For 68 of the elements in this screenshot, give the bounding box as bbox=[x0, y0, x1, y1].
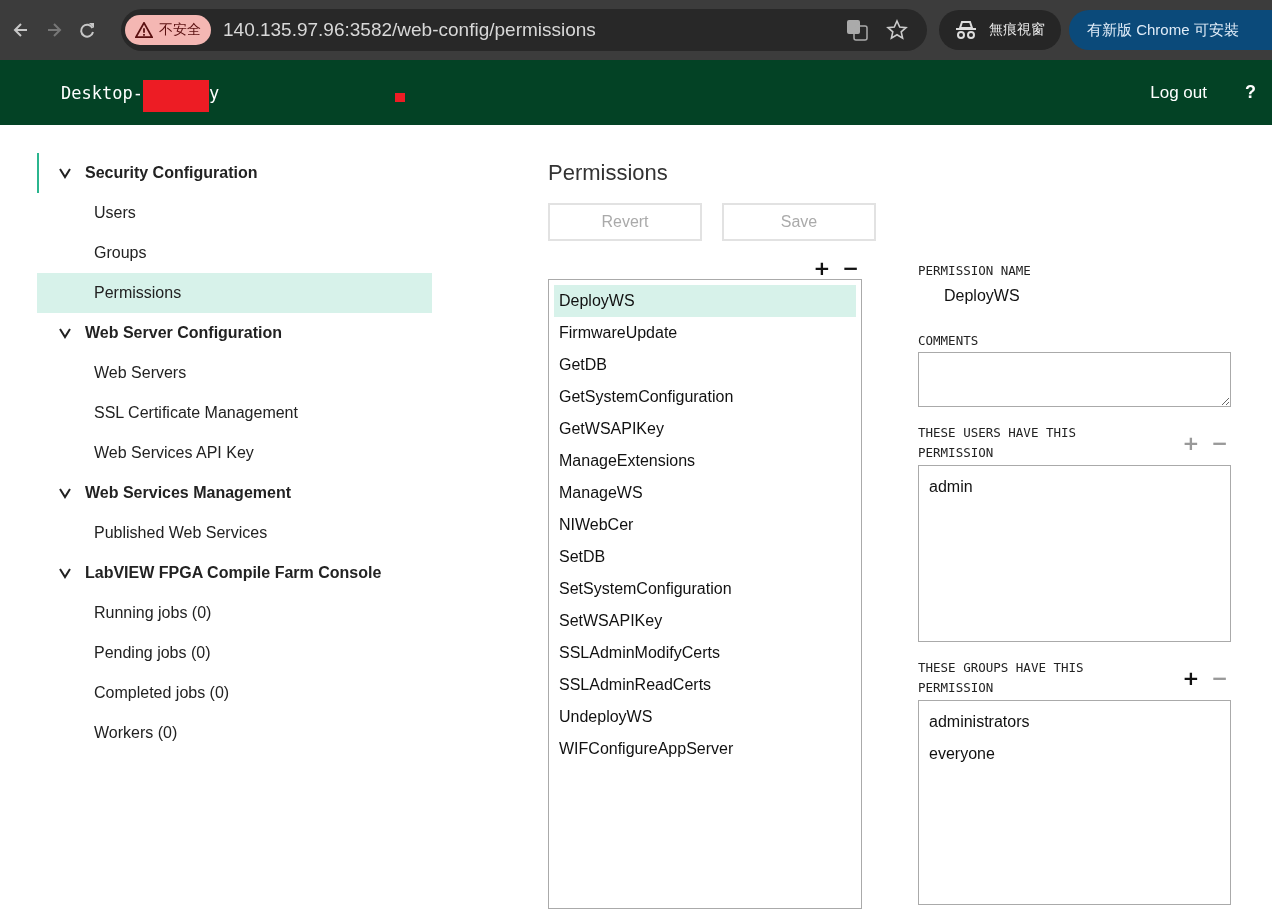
list-item[interactable]: NIWebCer bbox=[554, 509, 856, 541]
list-item[interactable]: SetDB bbox=[554, 541, 856, 573]
list-item[interactable]: ManageExtensions bbox=[554, 445, 856, 477]
group-list[interactable]: administrators everyone bbox=[918, 700, 1231, 905]
help-link[interactable]: ? bbox=[1245, 82, 1256, 103]
list-item[interactable]: SSLAdminReadCerts bbox=[554, 669, 856, 701]
field-label: PERMISSION NAME bbox=[918, 262, 1032, 280]
chevron-icon bbox=[59, 487, 71, 499]
sidebar-section[interactable]: Web Services Management bbox=[37, 473, 432, 513]
incognito-badge[interactable]: 無痕視窗 bbox=[939, 10, 1061, 50]
field-label: THESE GROUPS HAVE THIS PERMISSION bbox=[918, 659, 1085, 697]
field-label: COMMENTS bbox=[918, 332, 980, 350]
sidebar-item[interactable]: Permissions bbox=[37, 273, 432, 313]
sidebar-section[interactable]: Web Server Configuration bbox=[37, 313, 432, 353]
sidebar-item[interactable]: Running jobs (0) bbox=[37, 593, 432, 633]
list-item[interactable]: UndeployWS bbox=[554, 701, 856, 733]
chevron-icon bbox=[59, 567, 71, 579]
url-text: 140.135.97.96:3582/web-config/permissions bbox=[223, 19, 596, 41]
list-item[interactable]: administrators bbox=[929, 709, 1220, 741]
list-item[interactable]: admin bbox=[929, 474, 1220, 506]
sidebar-item[interactable]: Web Services API Key bbox=[37, 433, 432, 473]
comments-field[interactable] bbox=[918, 352, 1231, 407]
sidebar-item[interactable]: Groups bbox=[37, 233, 432, 273]
sidebar-item[interactable]: Web Servers bbox=[37, 353, 432, 393]
sidebar-item[interactable]: Completed jobs (0) bbox=[37, 673, 432, 713]
security-label: 不安全 bbox=[159, 21, 201, 39]
host-name: Desktop- bbox=[61, 82, 143, 103]
chevron-icon bbox=[59, 327, 71, 339]
add-button[interactable]: + bbox=[1179, 667, 1203, 689]
list-item[interactable]: GetWSAPIKey bbox=[554, 413, 856, 445]
reload-icon[interactable] bbox=[77, 20, 97, 40]
permission-name: DeployWS bbox=[943, 286, 1021, 306]
list-item[interactable]: SetWSAPIKey bbox=[554, 605, 856, 637]
sidebar-item[interactable]: Users bbox=[37, 193, 432, 233]
list-item[interactable]: SetSystemConfiguration bbox=[554, 573, 856, 605]
list-item[interactable]: DeployWS bbox=[554, 285, 856, 317]
user-list[interactable]: admin bbox=[918, 465, 1231, 642]
field-label: THESE USERS HAVE THIS PERMISSION bbox=[918, 424, 1078, 462]
star-icon[interactable] bbox=[886, 19, 908, 41]
list-item[interactable]: ManageWS bbox=[554, 477, 856, 509]
permission-list[interactable] bbox=[548, 279, 862, 909]
page-title: Permissions bbox=[548, 159, 669, 187]
sidebar-section[interactable]: Security Configuration bbox=[37, 153, 432, 193]
translate-icon[interactable] bbox=[846, 19, 868, 41]
remove-button[interactable]: − bbox=[839, 257, 862, 279]
warning-icon bbox=[135, 22, 153, 38]
redaction-mark bbox=[395, 93, 406, 102]
address-bar[interactable]: 不安全 140.135.97.96:3582/web-config/permissions bbox=[121, 9, 927, 51]
chevron-icon bbox=[59, 167, 71, 179]
list-item[interactable]: everyone bbox=[929, 741, 1220, 773]
sidebar-item[interactable]: Pending jobs (0) bbox=[37, 633, 432, 673]
list-item[interactable]: WIFConfigureAppServer bbox=[554, 733, 856, 765]
sidebar-section[interactable]: LabVIEW FPGA Compile Farm Console bbox=[37, 553, 432, 593]
redaction-mark bbox=[142, 79, 209, 112]
sidebar-item[interactable]: Workers (0) bbox=[37, 713, 432, 753]
host-name: y bbox=[208, 82, 220, 103]
list-item[interactable]: GetDB bbox=[554, 349, 856, 381]
list-item[interactable]: GetSystemConfiguration bbox=[554, 381, 856, 413]
incognito-label: 無痕視窗 bbox=[989, 21, 1045, 39]
update-button[interactable]: 有新版 Chrome 可安裝 bbox=[1069, 10, 1272, 50]
list-item[interactable]: FirmwareUpdate bbox=[554, 317, 856, 349]
logout-link[interactable]: Log out bbox=[1150, 82, 1207, 103]
list-item[interactable]: SSLAdminModifyCerts bbox=[554, 637, 856, 669]
add-button[interactable]: + bbox=[810, 257, 834, 279]
incognito-icon bbox=[955, 20, 977, 40]
security-chip[interactable]: 不安全 bbox=[125, 15, 211, 45]
sidebar-item[interactable]: SSL Certificate Management bbox=[37, 393, 432, 433]
sidebar-item[interactable]: Published Web Services bbox=[37, 513, 432, 553]
